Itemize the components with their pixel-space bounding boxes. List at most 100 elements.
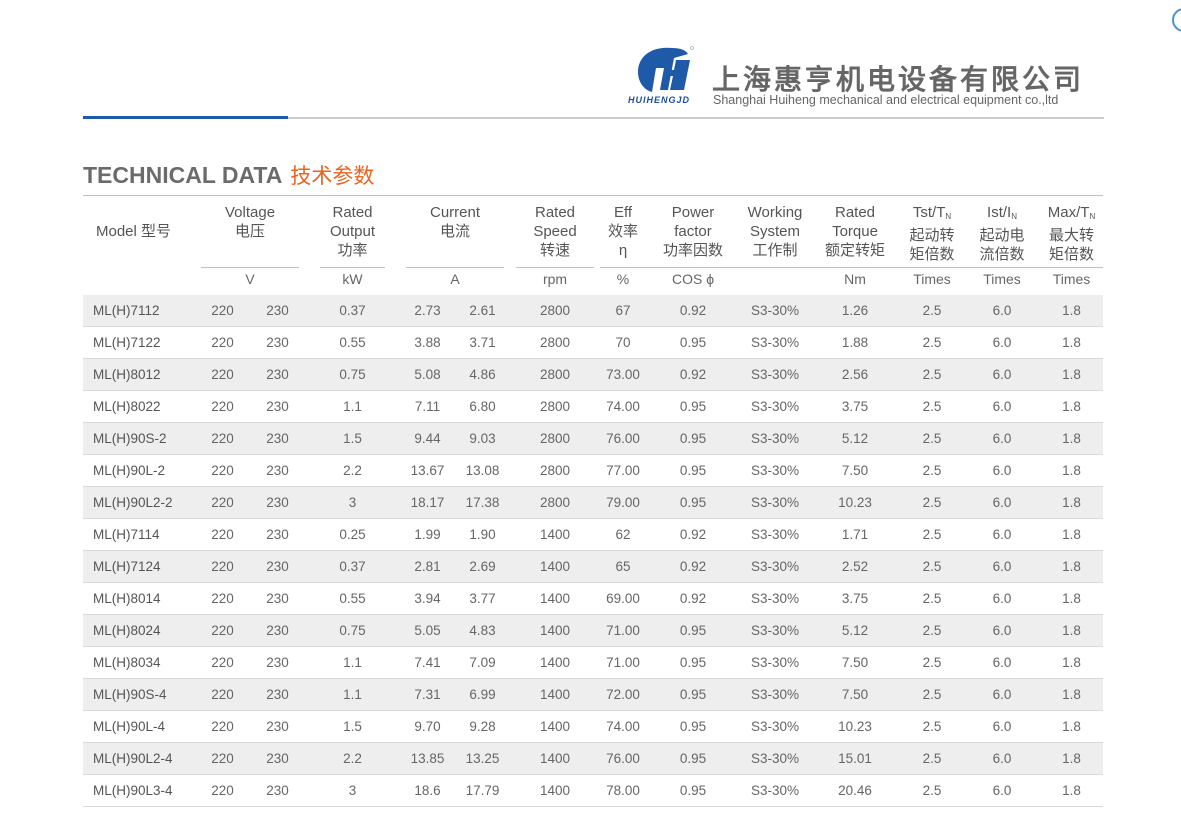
data-cell: 13.08 <box>455 454 511 487</box>
data-cell: 71.00 <box>600 614 647 647</box>
data-cell: 2.5 <box>900 774 965 807</box>
data-cell: 1.8 <box>1040 742 1104 775</box>
data-cell: 6.0 <box>964 422 1041 455</box>
data-cell: 6.0 <box>964 290 1041 327</box>
data-cell: 3.94 <box>400 582 456 615</box>
data-cell: 0.95 <box>646 454 741 487</box>
data-cell: 1400 <box>510 742 601 775</box>
model-cell: ML(H)8024 <box>83 614 195 647</box>
data-cell: 6.0 <box>964 582 1041 615</box>
data-cell: S3-30% <box>740 358 811 391</box>
data-cell: 0.55 <box>305 326 401 359</box>
data-cell: 62 <box>600 518 647 551</box>
data-cell: 78.00 <box>600 774 647 807</box>
data-cell: 2.5 <box>900 678 965 711</box>
model-cell: ML(H)7114 <box>83 518 195 551</box>
data-cell: 2.5 <box>900 742 965 775</box>
data-cell: 13.67 <box>400 454 456 487</box>
data-cell: 220 <box>195 582 250 615</box>
data-cell: 1400 <box>510 646 601 679</box>
model-cell: ML(H)90L2-4 <box>83 742 195 775</box>
data-cell: 2.2 <box>305 454 401 487</box>
col-voltage: Voltage 电压 <box>195 196 305 267</box>
data-cell: 0.92 <box>646 290 741 327</box>
data-cell: 71.00 <box>600 646 647 679</box>
label: 工作制 <box>752 242 798 259</box>
data-cell: 3.75 <box>810 582 901 615</box>
data-cell: S3-30% <box>740 710 811 743</box>
data-cell: S3-30% <box>740 290 811 327</box>
data-cell: 220 <box>195 518 250 551</box>
data-cell: 6.0 <box>964 774 1041 807</box>
data-cell: 77.00 <box>600 454 647 487</box>
data-cell: 6.0 <box>964 454 1041 487</box>
data-cell: 3 <box>305 774 401 807</box>
data-cell: 0.75 <box>305 358 401 391</box>
model-cell: ML(H)8012 <box>83 358 195 391</box>
data-cell: 2.5 <box>900 454 965 487</box>
data-cell: 1400 <box>510 518 601 551</box>
data-cell: 220 <box>195 774 250 807</box>
data-cell: 230 <box>250 614 306 647</box>
data-cell: 5.08 <box>400 358 456 391</box>
data-cell: 6.0 <box>964 710 1041 743</box>
data-cell: 220 <box>195 390 250 423</box>
data-cell: 2.5 <box>900 422 965 455</box>
label: Max/TN <box>1040 203 1103 226</box>
data-cell: 230 <box>250 550 306 583</box>
model-cell: ML(H)90S-2 <box>83 422 195 455</box>
data-cell: 2800 <box>510 486 601 519</box>
data-cell: 0.95 <box>646 710 741 743</box>
unit-current: A <box>400 266 511 294</box>
model-cell: ML(H)90S-4 <box>83 678 195 711</box>
table-row: ML(H)90L2-4 220 230 2.2 13.85 13.25 1400 76.00 0… <box>83 742 1104 775</box>
data-cell: 230 <box>250 742 306 775</box>
data-cell: 7.31 <box>400 678 456 711</box>
col-eff: Eff 效率 η <box>600 196 646 267</box>
col-torque: Rated Torque 额定转矩 <box>810 196 900 267</box>
data-cell: S3-30% <box>740 486 811 519</box>
data-cell: 9.28 <box>455 710 511 743</box>
data-cell: S3-30% <box>740 614 811 647</box>
subscript: N <box>945 212 952 221</box>
data-cell: 1.8 <box>1040 710 1104 743</box>
partial-circle-icon <box>1172 8 1181 32</box>
data-cell: 2.5 <box>900 358 965 391</box>
data-cell: 230 <box>250 486 306 519</box>
data-cell: 230 <box>250 390 306 423</box>
data-cell: 2800 <box>510 390 601 423</box>
model-cell: ML(H)90L3-4 <box>83 774 195 807</box>
data-cell: 0.95 <box>646 614 741 647</box>
table-row: ML(H)7112 220 230 0.37 2.73 2.61 2800 67 0.92 S3-… <box>83 290 1104 327</box>
data-cell: 6.99 <box>455 678 511 711</box>
data-cell: 0.92 <box>646 582 741 615</box>
data-cell: 6.0 <box>964 678 1041 711</box>
data-cell: 2.56 <box>810 358 901 391</box>
data-cell: S3-30% <box>740 550 811 583</box>
label: Eff <box>613 204 633 221</box>
col-working-system: Working System 工作制 <box>740 196 810 267</box>
data-cell: 6.0 <box>964 742 1041 775</box>
data-cell: 1.8 <box>1040 678 1104 711</box>
data-cell: 1.26 <box>810 290 901 327</box>
data-cell: 2.5 <box>900 614 965 647</box>
data-cell: 6.0 <box>964 390 1041 423</box>
header-divider <box>288 117 1104 119</box>
header-row: Model 型号 Voltage 电压 Rated Output 功率 Current… <box>83 196 1103 267</box>
data-cell: 1.88 <box>810 326 901 359</box>
data-cell: 1400 <box>510 678 601 711</box>
data-cell: 1.8 <box>1040 454 1104 487</box>
label: 效率 <box>608 223 639 240</box>
data-cell: 3 <box>305 486 401 519</box>
table-row: ML(H)90L3-4 220 230 3 18.6 17.79 1400 78.00 0.95… <box>83 774 1104 807</box>
data-cell: 7.11 <box>400 390 456 423</box>
data-cell: 7.50 <box>810 454 901 487</box>
data-cell: 0.95 <box>646 422 741 455</box>
section-title-en: TECHNICAL DATA <box>83 162 283 188</box>
table-row: ML(H)8012 220 230 0.75 5.08 4.86 2800 73.00 0.92… <box>83 358 1104 391</box>
data-cell: 2.2 <box>305 742 401 775</box>
data-cell: 13.85 <box>400 742 456 775</box>
data-cell: S3-30% <box>740 774 811 807</box>
data-cell: 0.95 <box>646 486 741 519</box>
data-cell: 230 <box>250 518 306 551</box>
